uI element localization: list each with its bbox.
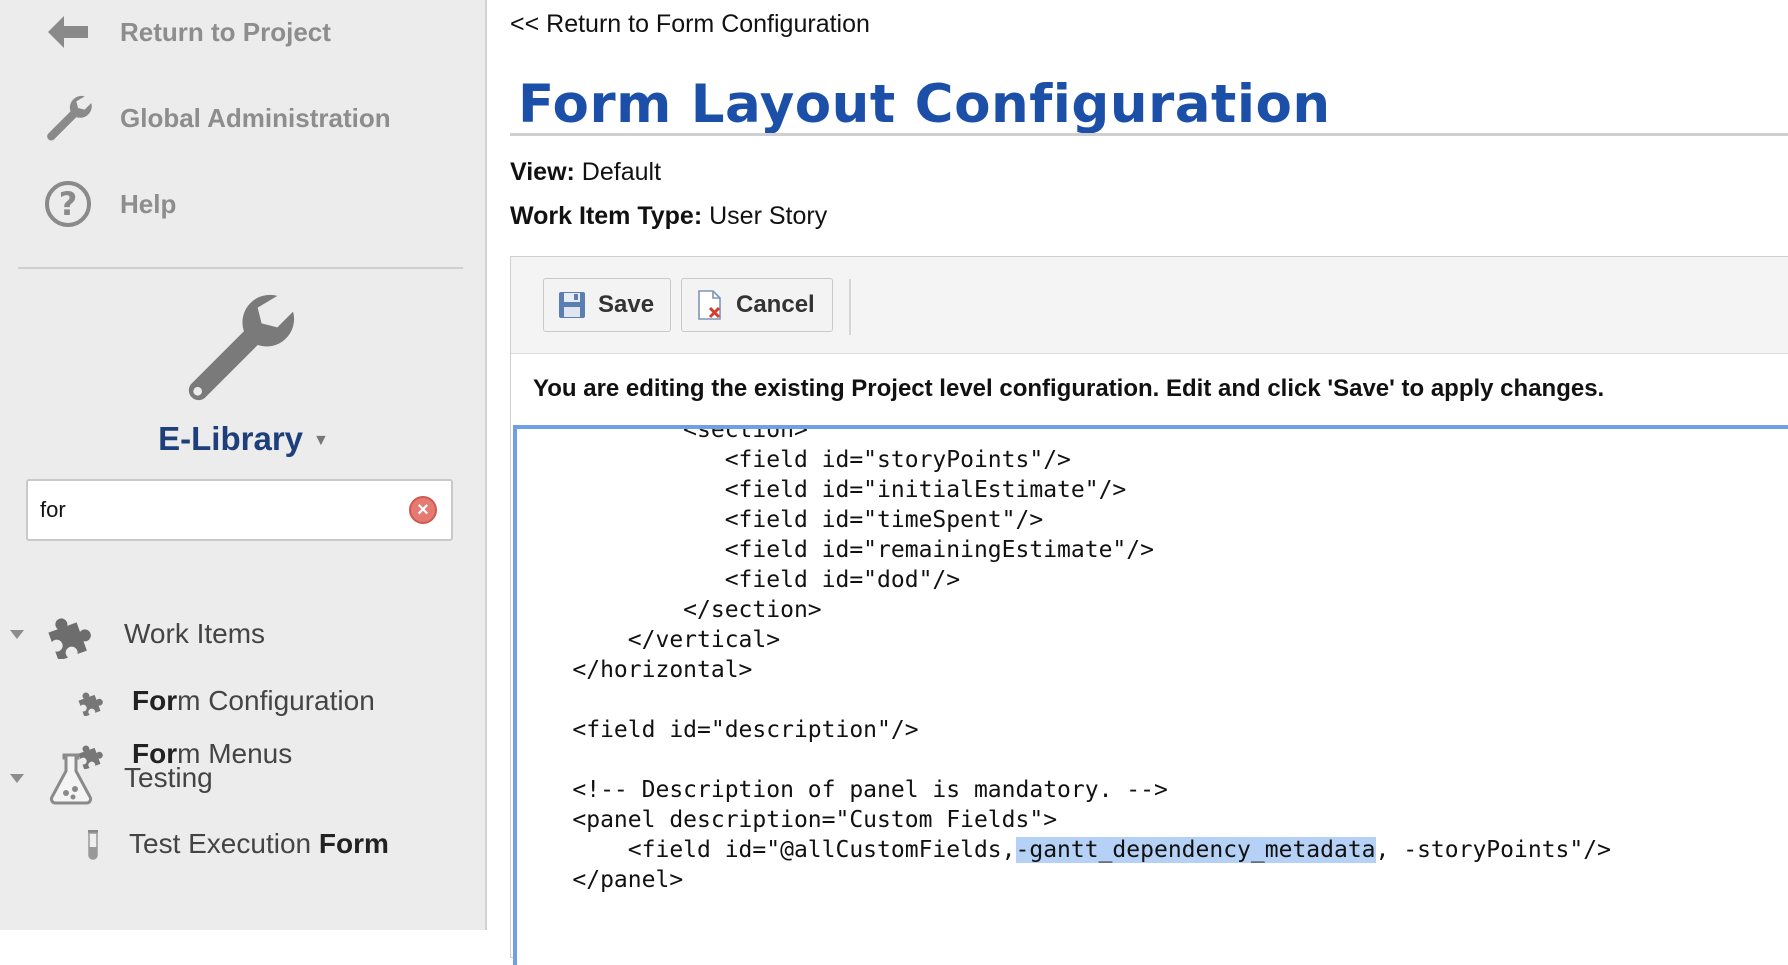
code-text: , -storyPoints"/> [1375, 837, 1611, 863]
code-line: <field id="timeSpent"/> [517, 507, 1044, 533]
return-to-form-configuration-link[interactable]: << Return to Form Configuration [510, 10, 870, 39]
editor-panel: Save Cancel You are editing the existing… [510, 256, 1788, 965]
cancel-document-icon [696, 290, 724, 320]
library-selector[interactable]: E-Library ▼ [0, 420, 487, 458]
code-line: <field id="initialEstimate"/> [517, 477, 1127, 503]
search-match-text: Form [318, 828, 389, 859]
tree-item-testing[interactable]: Testing [0, 753, 480, 805]
work-item-type-value: User Story [709, 202, 828, 230]
tree-item-label: Test Execution Form [129, 828, 389, 860]
code-line: <!-- Description of panel is mandatory. … [517, 777, 1168, 803]
tree-item-label: Form Configuration [132, 685, 375, 717]
code-line: </horizontal> [517, 657, 753, 683]
expand-toggle-icon[interactable] [10, 630, 24, 639]
arrow-left-icon [38, 2, 98, 62]
view-label: View: [510, 158, 575, 186]
puzzle-icon [44, 611, 100, 664]
cancel-button-label: Cancel [736, 291, 815, 318]
help-label: Help [120, 188, 177, 219]
code-line: <field id="remainingEstimate"/> [517, 537, 1154, 563]
return-to-project-label: Return to Project [120, 16, 331, 47]
expand-toggle-icon[interactable] [10, 774, 24, 783]
code-text: <field id="@allCustomFields, [517, 837, 1016, 863]
clear-search-icon[interactable]: × [409, 496, 437, 524]
search-input[interactable] [40, 481, 400, 539]
toolbar-separator [849, 279, 851, 335]
code-line: <section> [517, 425, 808, 443]
code-line: <field id="dod"/> [517, 567, 961, 593]
code-line: <panel description="Custom Fields"> [517, 807, 1058, 833]
code-line: </vertical> [517, 627, 781, 653]
search-box: × [26, 479, 453, 541]
page-title: Form Layout Configuration [518, 74, 1331, 135]
tree-item-test-execution-form[interactable]: Test Execution Form [70, 821, 480, 867]
code-line: <field id="storyPoints"/> [517, 447, 1071, 473]
library-title: E-Library [158, 420, 304, 457]
tree-item-label: Testing [124, 762, 213, 793]
view-value: Default [581, 158, 662, 186]
test-tube-icon [86, 829, 100, 866]
xml-code-editor[interactable]: <section> <field id="storyPoints"/> <fie… [513, 425, 1788, 965]
tree-item-label: Work Items [124, 618, 266, 649]
info-message: You are editing the existing Project lev… [533, 375, 1605, 402]
cancel-button[interactable]: Cancel [681, 278, 833, 332]
tree-item-form-configuration[interactable]: Form Configuration [70, 678, 480, 724]
wrench-icon [38, 88, 98, 148]
work-item-type-label: Work Item Type: [510, 202, 703, 230]
code-line-with-selection: <field id="@allCustomFields,-gantt_depen… [517, 835, 1611, 865]
save-button[interactable]: Save [543, 278, 671, 332]
title-divider [510, 133, 1788, 136]
puzzle-icon [76, 688, 108, 721]
work-item-type-info: Work Item Type: User Story [510, 202, 827, 231]
flask-icon [48, 753, 94, 810]
code-lines: <section> <field id="storyPoints"/> <fie… [517, 425, 1611, 895]
help-icon: ? [38, 174, 98, 234]
sidebar: Return to Project Global Administration … [0, 0, 487, 930]
floppy-disk-icon [558, 291, 586, 319]
sidebar-divider [18, 267, 463, 269]
code-line: </section> [517, 597, 822, 623]
code-line: <field id="description"/> [517, 717, 919, 743]
selected-text: -gantt_dependency_metadata [1015, 837, 1376, 863]
tree-item-label-rest: m Configuration [177, 685, 375, 716]
search-match-text: For [132, 685, 178, 716]
code-line: </panel> [517, 867, 684, 893]
global-administration-label: Global Administration [120, 102, 391, 133]
wrench-icon [178, 288, 298, 406]
toolbar: Save Cancel [511, 257, 1788, 354]
tree-item-work-items[interactable]: Work Items [0, 611, 480, 661]
caret-down-icon: ▼ [313, 432, 329, 450]
tree-item-label-pre: Test Execution [129, 828, 319, 859]
view-info: View: Default [510, 158, 661, 187]
save-button-label: Save [598, 291, 655, 318]
